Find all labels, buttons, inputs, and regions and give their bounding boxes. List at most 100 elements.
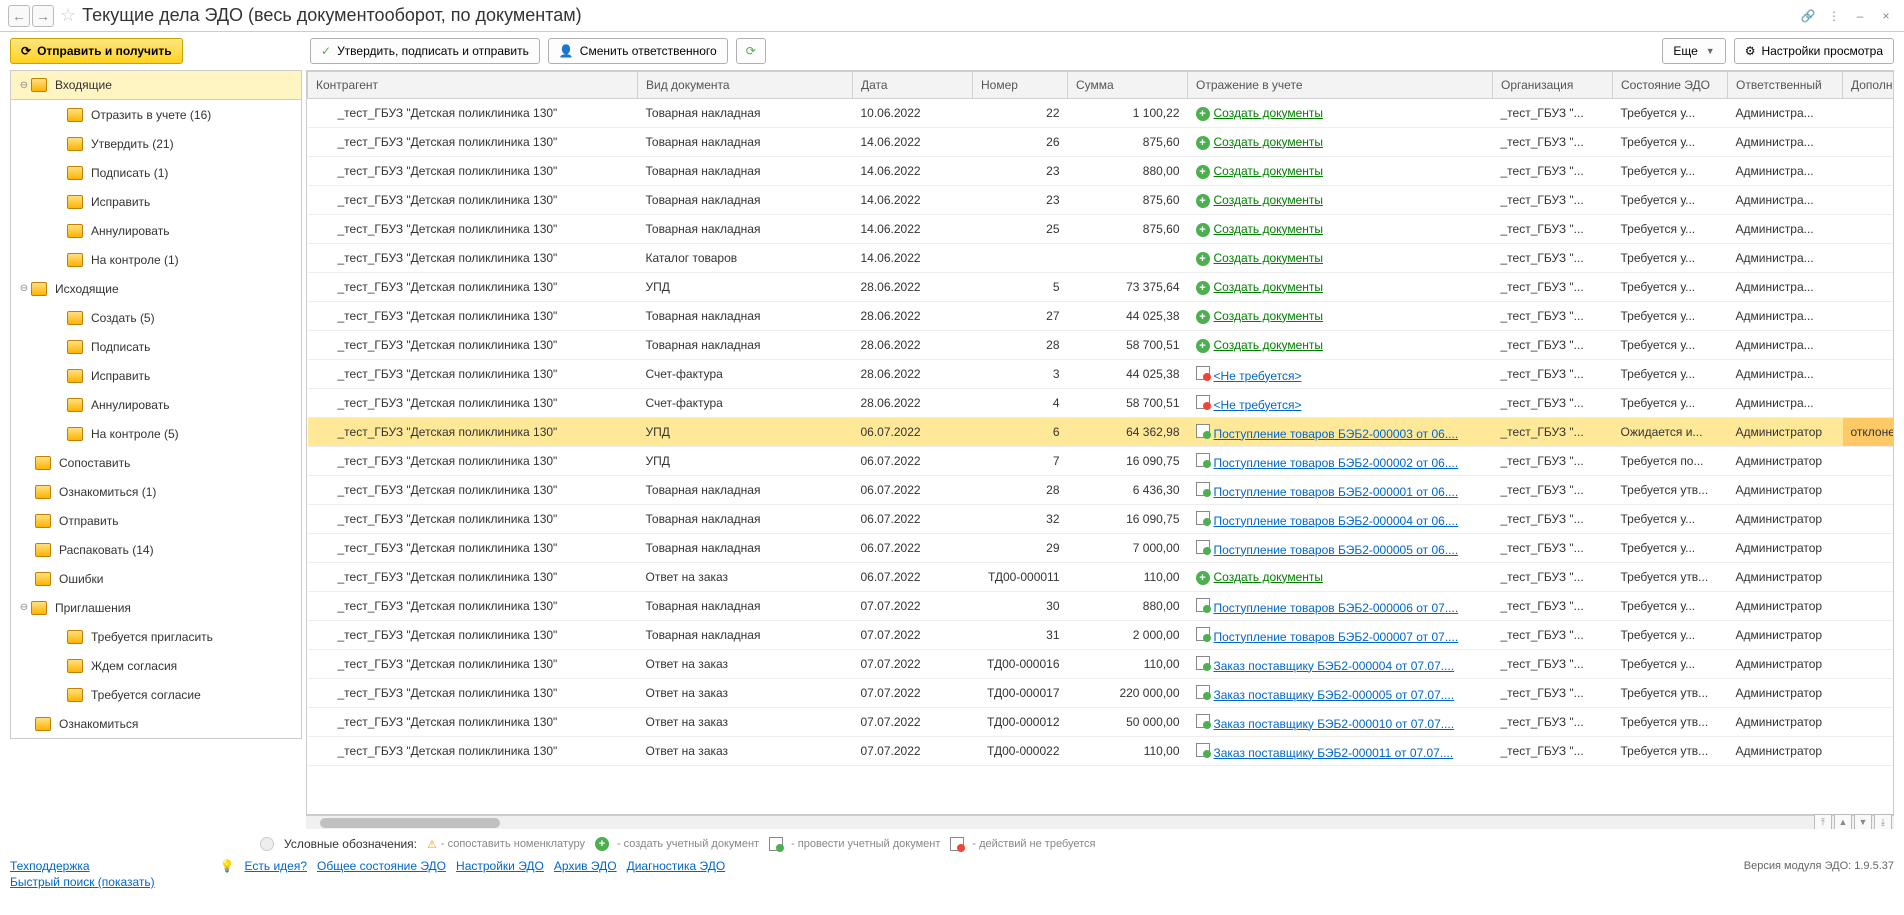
table-row[interactable]: _тест_ГБУЗ "Детская поликлиника 130"Това… (308, 592, 1895, 621)
reflection-link[interactable]: Создать документы (1214, 251, 1324, 265)
table-row[interactable]: _тест_ГБУЗ "Детская поликлиника 130"Това… (308, 302, 1895, 331)
scroll-thumb[interactable] (320, 818, 500, 828)
tree-toggle-icon[interactable]: ⊖ (17, 602, 31, 613)
table-row[interactable]: _тест_ГБУЗ "Детская поликлиника 130"Това… (308, 505, 1895, 534)
reflection-link[interactable]: Поступление товаров БЭБ2-000006 от 07...… (1214, 601, 1459, 615)
column-header[interactable]: Ответственный (1728, 72, 1843, 99)
reflection-link[interactable]: Заказ поставщику БЭБ2-000005 от 07.07...… (1214, 688, 1455, 702)
grid-nav-first[interactable]: ⤒ (1814, 814, 1832, 829)
close-icon[interactable]: × (1876, 6, 1896, 26)
sidebar-item[interactable]: Ознакомиться (11, 709, 301, 738)
reflection-link[interactable]: Заказ поставщику БЭБ2-000004 от 07.07...… (1214, 659, 1455, 673)
sidebar-item[interactable]: Исправить (11, 361, 301, 390)
sidebar-item[interactable]: Создать (5) (11, 303, 301, 332)
table-row[interactable]: _тест_ГБУЗ "Детская поликлиника 130"Това… (308, 215, 1895, 244)
column-header[interactable]: Сумма (1068, 72, 1188, 99)
reflection-link[interactable]: Создать документы (1214, 193, 1324, 207)
table-row[interactable]: _тест_ГБУЗ "Детская поликлиника 130"Отве… (308, 563, 1895, 592)
reflection-link[interactable]: Создать документы (1214, 309, 1324, 323)
sidebar-item[interactable]: Подписать (11, 332, 301, 361)
table-row[interactable]: _тест_ГБУЗ "Детская поликлиника 130"Отве… (308, 708, 1895, 737)
column-header[interactable]: Номер (973, 72, 1068, 99)
tree-toggle-icon[interactable]: ⊖ (17, 80, 31, 91)
footer-link[interactable]: Настройки ЭДО (456, 859, 544, 873)
reflection-link[interactable]: Поступление товаров БЭБ2-000003 от 06...… (1214, 427, 1459, 441)
reflection-link[interactable]: <Не требуется> (1214, 369, 1302, 383)
documents-grid[interactable]: КонтрагентВид документаДатаНомерСуммаОтр… (306, 70, 1894, 815)
approve-sign-send-button[interactable]: ✓ Утвердить, подписать и отправить (310, 38, 540, 64)
table-row[interactable]: _тест_ГБУЗ "Детская поликлиника 130"Това… (308, 157, 1895, 186)
reflection-link[interactable]: Создать документы (1214, 570, 1324, 584)
sidebar-item[interactable]: Исправить (11, 187, 301, 216)
table-row[interactable]: _тест_ГБУЗ "Детская поликлиника 130"Отве… (308, 650, 1895, 679)
reflection-link[interactable]: Создать документы (1214, 135, 1324, 149)
reflection-link[interactable]: Поступление товаров БЭБ2-000001 от 06...… (1214, 485, 1459, 499)
more-vert-icon[interactable]: ⋮ (1824, 6, 1844, 26)
column-header[interactable]: Вид документа (638, 72, 853, 99)
column-header[interactable]: Отражение в учете (1188, 72, 1493, 99)
table-row[interactable]: _тест_ГБУЗ "Детская поликлиника 130"УПД0… (308, 447, 1895, 476)
reflection-link[interactable]: Поступление товаров БЭБ2-000004 от 06...… (1214, 514, 1459, 528)
link-icon[interactable]: 🔗 (1798, 6, 1818, 26)
minimize-icon[interactable]: – (1850, 6, 1870, 26)
favorite-star-icon[interactable]: ☆ (60, 5, 76, 26)
sidebar-item[interactable]: Ознакомиться (1) (11, 477, 301, 506)
footer-link[interactable]: Общее состояние ЭДО (317, 859, 446, 873)
reflection-link[interactable]: <Не требуется> (1214, 398, 1302, 412)
table-row[interactable]: _тест_ГБУЗ "Детская поликлиника 130"Това… (308, 534, 1895, 563)
reflection-link[interactable]: Создать документы (1214, 338, 1324, 352)
table-row[interactable]: _тест_ГБУЗ "Детская поликлиника 130"Отве… (308, 679, 1895, 708)
sidebar-item[interactable]: ⊖Входящие (11, 71, 301, 100)
quick-search-link[interactable]: Быстрый поиск (показать) (10, 875, 155, 889)
footer-link[interactable]: Архив ЭДО (554, 859, 617, 873)
table-row[interactable]: _тест_ГБУЗ "Детская поликлиника 130"Това… (308, 621, 1895, 650)
send-receive-button[interactable]: ⟳ Отправить и получить (10, 38, 183, 64)
sidebar-item[interactable]: ⊖Приглашения (11, 593, 301, 622)
reflection-link[interactable]: Создать документы (1214, 164, 1324, 178)
table-row[interactable]: _тест_ГБУЗ "Детская поликлиника 130"Това… (308, 186, 1895, 215)
grid-nav-last[interactable]: ⤓ (1874, 814, 1892, 829)
grid-nav-down[interactable]: ▼ (1854, 814, 1872, 829)
table-row[interactable]: _тест_ГБУЗ "Детская поликлиника 130"Това… (308, 99, 1895, 128)
table-row[interactable]: _тест_ГБУЗ "Детская поликлиника 130"Това… (308, 331, 1895, 360)
column-header[interactable]: Контрагент (308, 72, 638, 99)
table-row[interactable]: _тест_ГБУЗ "Детская поликлиника 130"Ката… (308, 244, 1895, 273)
sidebar-item[interactable]: Подписать (1) (11, 158, 301, 187)
reflection-link[interactable]: Поступление товаров БЭБ2-000002 от 06...… (1214, 456, 1459, 470)
sidebar-item[interactable]: Распаковать (14) (11, 535, 301, 564)
table-row[interactable]: _тест_ГБУЗ "Детская поликлиника 130"Счет… (308, 389, 1895, 418)
column-header[interactable]: Дата (853, 72, 973, 99)
sidebar-item[interactable]: На контроле (1) (11, 245, 301, 274)
table-row[interactable]: _тест_ГБУЗ "Детская поликлиника 130"УПД0… (308, 418, 1895, 447)
table-row[interactable]: _тест_ГБУЗ "Детская поликлиника 130"УПД2… (308, 273, 1895, 302)
refresh-button[interactable]: ⟳ (736, 38, 766, 64)
reflection-link[interactable]: Поступление товаров БЭБ2-000005 от 06...… (1214, 543, 1459, 557)
reflection-link[interactable]: Поступление товаров БЭБ2-000007 от 07...… (1214, 630, 1459, 644)
sidebar-item[interactable]: Отразить в учете (16) (11, 100, 301, 129)
column-header[interactable]: Состояние ЭДО (1613, 72, 1728, 99)
tree-toggle-icon[interactable]: ⊖ (17, 283, 31, 294)
footer-link[interactable]: Диагностика ЭДО (627, 859, 726, 873)
sidebar-item[interactable]: Ошибки (11, 564, 301, 593)
sidebar-item[interactable]: Ждем согласия (11, 651, 301, 680)
table-row[interactable]: _тест_ГБУЗ "Детская поликлиника 130"Това… (308, 128, 1895, 157)
reflection-link[interactable]: Заказ поставщику БЭБ2-000011 от 07.07...… (1214, 746, 1454, 760)
table-row[interactable]: _тест_ГБУЗ "Детская поликлиника 130"Счет… (308, 360, 1895, 389)
reflection-link[interactable]: Создать документы (1214, 280, 1324, 294)
more-button[interactable]: Еще▼ (1662, 38, 1725, 64)
sidebar-item[interactable]: Аннулировать (11, 390, 301, 419)
sidebar-item[interactable]: Утвердить (21) (11, 129, 301, 158)
column-header[interactable]: Дополнител (1843, 72, 1895, 99)
horizontal-scrollbar[interactable]: ⤒ ▲ ▼ ⤓ (306, 815, 1894, 829)
table-row[interactable]: _тест_ГБУЗ "Детская поликлиника 130"Това… (308, 476, 1895, 505)
sidebar-item[interactable]: Требуется пригласить (11, 622, 301, 651)
idea-link[interactable]: Есть идея? (245, 859, 308, 873)
sidebar-item[interactable]: Аннулировать (11, 216, 301, 245)
nav-back-button[interactable]: ← (8, 5, 30, 27)
reflection-link[interactable]: Заказ поставщику БЭБ2-000010 от 07.07...… (1214, 717, 1455, 731)
sidebar-item[interactable]: ⊖Исходящие (11, 274, 301, 303)
sidebar-item[interactable]: На контроле (5) (11, 419, 301, 448)
reflection-link[interactable]: Создать документы (1214, 106, 1324, 120)
support-link[interactable]: Техподдержка (10, 859, 90, 873)
column-header[interactable]: Организация (1493, 72, 1613, 99)
